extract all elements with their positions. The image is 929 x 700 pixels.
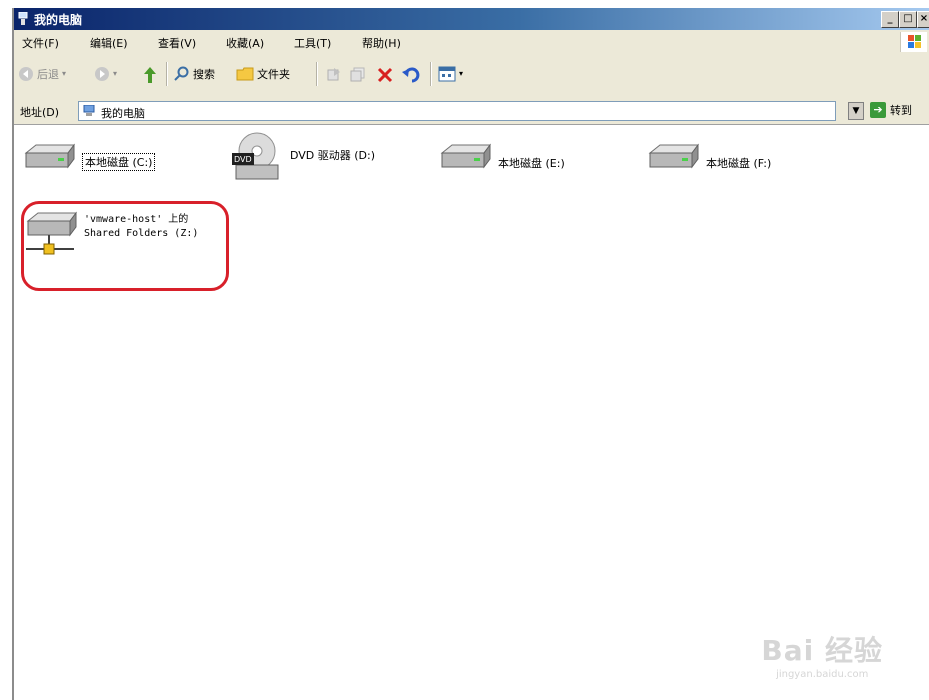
drive-label: 本地磁盘 (E:) bbox=[498, 157, 565, 170]
back-dropdown-icon[interactable]: ▾ bbox=[62, 67, 66, 81]
my-computer-icon bbox=[83, 105, 95, 116]
window-title: 我的电脑 bbox=[34, 13, 83, 27]
maximize-button[interactable]: □ bbox=[899, 11, 917, 28]
toolbar-separator bbox=[430, 62, 432, 86]
drive-label: DVD 驱动器 (D:) bbox=[290, 149, 376, 162]
back-button[interactable]: 后退 ▾ bbox=[18, 66, 66, 82]
delete-icon[interactable] bbox=[376, 66, 394, 84]
dvd-drive-icon: DVD bbox=[232, 132, 279, 180]
back-arrow-icon bbox=[19, 67, 33, 81]
go-arrow-icon: ➔ bbox=[870, 102, 886, 118]
drive-d[interactable]: DVD DVD 驱动器 (D:) bbox=[230, 131, 375, 185]
move-to-icon[interactable] bbox=[326, 66, 342, 82]
watermark-main: Bai 经验 bbox=[761, 634, 883, 667]
my-computer-icon bbox=[18, 12, 28, 25]
drive-label: 本地磁盘 (F:) bbox=[706, 157, 772, 170]
file-list-area[interactable]: 本地磁盘 (C:) DVD DVD 驱动器 (D:) 本地磁盘 (E:) 本地磁… bbox=[14, 125, 929, 700]
undo-icon[interactable] bbox=[402, 66, 422, 84]
search-label: 搜索 bbox=[193, 68, 215, 81]
drive-e[interactable]: 本地磁盘 (E:) bbox=[438, 141, 565, 177]
forward-button[interactable]: ▾ bbox=[94, 66, 117, 82]
menu-view[interactable]: 查看(V) bbox=[158, 35, 196, 51]
menu-bar: 文件(F) 编辑(E) 查看(V) 收藏(A) 工具(T) 帮助(H) bbox=[14, 30, 929, 55]
folders-button[interactable]: 文件夹 bbox=[236, 66, 290, 82]
copy-to-icon[interactable] bbox=[350, 66, 366, 82]
drive-f[interactable]: 本地磁盘 (F:) bbox=[646, 141, 771, 177]
back-label: 后退 bbox=[37, 68, 59, 81]
toolbar: 后退 ▾ ▾ 搜索 文件夹 ▾ bbox=[14, 54, 929, 97]
go-button[interactable]: ➔ 转到 bbox=[870, 102, 912, 118]
address-value: 我的电脑 bbox=[101, 107, 145, 120]
toolbar-separator bbox=[166, 62, 168, 86]
views-button[interactable]: ▾ bbox=[438, 66, 463, 82]
up-folder-icon[interactable] bbox=[142, 66, 158, 84]
views-dropdown-icon: ▾ bbox=[459, 69, 464, 78]
address-dropdown-button[interactable]: ▼ bbox=[848, 102, 864, 120]
windows-logo-icon bbox=[900, 32, 927, 52]
forward-arrow-icon bbox=[95, 67, 109, 81]
views-icon bbox=[438, 66, 456, 82]
go-label: 转到 bbox=[890, 104, 912, 117]
explorer-window: 我的电脑 _ □ × 文件(F) 编辑(E) 查看(V) 收藏(A) 工具(T)… bbox=[12, 8, 929, 700]
svg-text:DVD: DVD bbox=[234, 155, 252, 164]
hard-drive-icon bbox=[648, 143, 699, 169]
title-bar[interactable]: 我的电脑 _ □ × bbox=[14, 8, 929, 30]
drive-label: 本地磁盘 (C:) bbox=[82, 153, 156, 171]
menu-tools[interactable]: 工具(T) bbox=[294, 35, 331, 51]
hard-drive-icon bbox=[440, 143, 491, 169]
menu-file[interactable]: 文件(F) bbox=[22, 35, 59, 51]
menu-help[interactable]: 帮助(H) bbox=[362, 35, 401, 51]
toolbar-separator bbox=[316, 62, 318, 86]
menu-edit[interactable]: 编辑(E) bbox=[90, 35, 128, 51]
address-bar: 地址(D) 我的电脑 ▼ ➔ 转到 bbox=[14, 96, 929, 125]
watermark-sub: jingyan.baidu.com bbox=[776, 669, 869, 680]
address-input[interactable]: 我的电脑 bbox=[78, 101, 836, 121]
address-label: 地址(D) bbox=[20, 106, 60, 119]
folder-icon bbox=[236, 67, 254, 81]
search-button[interactable]: 搜索 bbox=[174, 66, 215, 82]
forward-dropdown-icon[interactable]: ▾ bbox=[113, 67, 117, 81]
red-highlight-annotation bbox=[21, 201, 229, 291]
baidu-watermark: Bai 经验 jingyan.baidu.com bbox=[761, 629, 883, 680]
menu-favorites[interactable]: 收藏(A) bbox=[226, 35, 264, 51]
drive-c[interactable]: 本地磁盘 (C:) bbox=[22, 141, 156, 177]
folders-label: 文件夹 bbox=[257, 68, 290, 81]
close-button[interactable]: × bbox=[917, 11, 929, 28]
search-icon bbox=[174, 66, 189, 81]
minimize-button[interactable]: _ bbox=[881, 11, 899, 28]
hard-drive-icon bbox=[24, 143, 75, 169]
